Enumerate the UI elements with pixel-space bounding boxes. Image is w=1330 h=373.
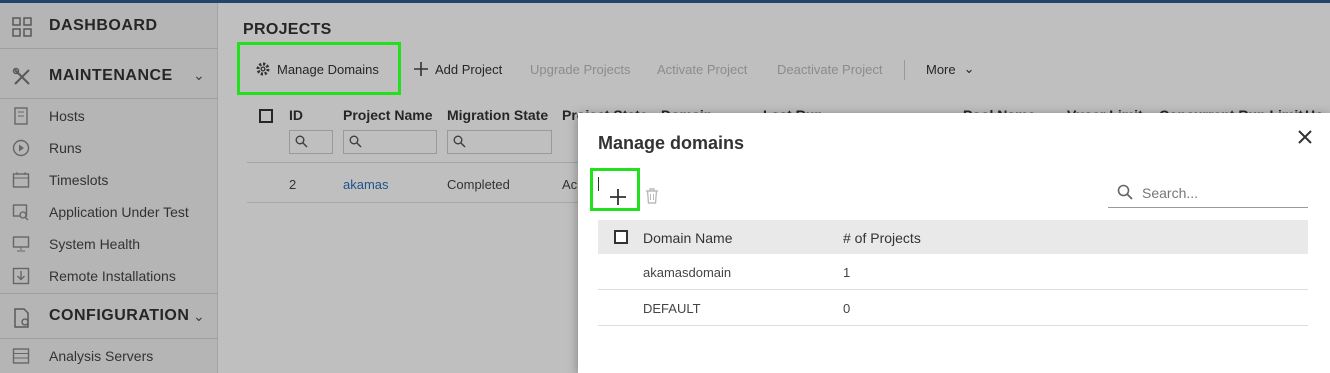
close-icon[interactable]	[1296, 128, 1314, 146]
cell-domain-name: akamasdomain	[643, 265, 732, 280]
cell-domain-name: DEFAULT	[643, 301, 701, 316]
cell-num-projects: 1	[843, 265, 851, 280]
search-input[interactable]	[1142, 183, 1302, 203]
dialog-title: Manage domains	[598, 133, 745, 153]
column-header-domain-name[interactable]: Domain Name	[643, 230, 732, 246]
trash-icon[interactable]	[644, 187, 660, 205]
cell-num-projects: 0	[843, 301, 851, 316]
table-row[interactable]: DEFAULT 0	[598, 290, 1308, 326]
highlight-manage-domains	[237, 42, 401, 95]
domains-table-header: Domain Name # of Projects	[598, 220, 1308, 254]
manage-domains-dialog: Manage domains Domain Name # of Projects…	[578, 113, 1330, 373]
domain-search	[1108, 177, 1308, 208]
highlight-add-domain	[590, 168, 640, 211]
search-icon	[1117, 184, 1133, 200]
column-header-num-projects[interactable]: # of Projects	[843, 230, 921, 246]
table-row[interactable]: akamasdomain 1	[598, 254, 1308, 290]
select-all-domains-checkbox[interactable]	[614, 230, 628, 244]
